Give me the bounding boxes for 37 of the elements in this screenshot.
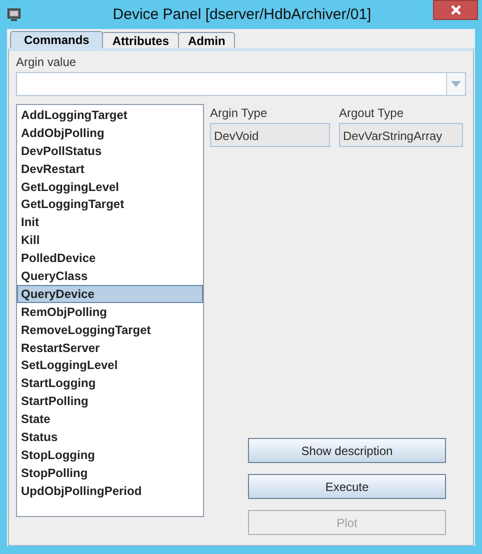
action-button[interactable]: Execute — [248, 474, 446, 499]
argin-type-label: Argin Type — [210, 106, 268, 120]
command-item[interactable]: PolledDevice — [17, 249, 203, 268]
tab[interactable]: Attributes — [102, 32, 180, 48]
command-item[interactable]: StopPolling — [17, 464, 203, 482]
argin-value-field[interactable] — [16, 72, 466, 96]
command-item[interactable]: RemObjPolling — [17, 302, 203, 321]
command-item[interactable]: RestartServer — [17, 338, 203, 356]
command-item[interactable]: QueryDevice — [17, 284, 203, 303]
window-title: Device Panel [dserver/HdbArchiver/01] — [112, 6, 372, 23]
argin-value-label: Argin value — [16, 55, 78, 69]
argout-type-field: DevVarStringArray — [339, 123, 463, 147]
command-item[interactable]: Status — [17, 428, 203, 446]
argin-type-field: DevVoid — [210, 123, 330, 147]
close-icon[interactable] — [433, 0, 478, 20]
command-item[interactable]: StartLogging — [17, 374, 203, 392]
action-button[interactable]: Show description — [248, 438, 446, 463]
command-item[interactable]: Init — [17, 213, 203, 232]
command-item[interactable]: AddLoggingTarget — [17, 106, 203, 124]
command-item[interactable]: StartPolling — [17, 392, 203, 410]
argout-type-label: Argout Type — [339, 106, 404, 120]
command-item[interactable]: UpdObjPollingPeriod — [17, 482, 203, 500]
tab[interactable]: Admin — [178, 32, 236, 48]
dropdown-icon[interactable] — [451, 81, 461, 87]
command-item[interactable]: StopLogging — [17, 446, 203, 464]
command-item[interactable]: DevPollStatus — [17, 142, 203, 160]
command-item[interactable]: QueryClass — [17, 267, 203, 285]
command-item[interactable]: GetLoggingTarget — [17, 195, 203, 214]
command-item[interactable]: Kill — [17, 231, 203, 250]
command-item[interactable]: State — [17, 410, 203, 428]
command-item[interactable]: DevRestart — [17, 160, 203, 178]
command-item[interactable]: SetLoggingLevel — [17, 356, 203, 374]
command-item[interactable]: RemoveLoggingTarget — [17, 320, 203, 339]
tab[interactable]: Commands — [10, 31, 104, 48]
command-item[interactable]: AddObjPolling — [17, 124, 203, 142]
app-icon — [7, 8, 21, 22]
command-item[interactable]: GetLoggingLevel — [17, 178, 203, 196]
